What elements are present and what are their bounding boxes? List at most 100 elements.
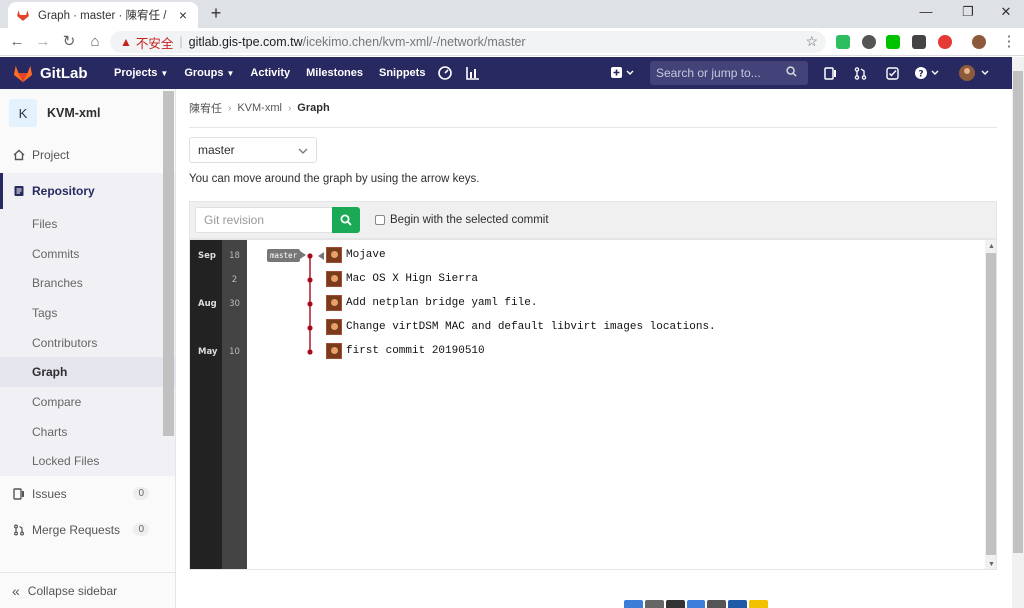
commit-dot[interactable] — [307, 325, 313, 331]
chevron-down-icon: ▼ — [226, 68, 235, 78]
collapse-sidebar-button[interactable]: « Collapse sidebar — [0, 572, 175, 608]
sidebar-item-graph[interactable]: Graph — [0, 357, 175, 388]
sidebar-item-issues[interactable]: Issues 0 — [0, 476, 175, 512]
gitlab-logo-text: GitLab — [40, 64, 88, 82]
graph-scrollbar[interactable]: ▲ ▼ — [985, 240, 996, 569]
scroll-up-icon[interactable]: ▲ — [988, 243, 995, 250]
sidebar-item-project[interactable]: Project — [0, 137, 175, 173]
new-item-dropdown[interactable] — [610, 65, 636, 81]
commit-author-avatar[interactable] — [326, 271, 342, 287]
taskbar-app-icon[interactable] — [749, 600, 769, 608]
taskbar-app-icon[interactable] — [707, 600, 727, 608]
todos-icon[interactable] — [884, 65, 900, 81]
sidebar-item-files[interactable]: Files — [0, 209, 175, 239]
taskbar-app-icon[interactable] — [665, 600, 685, 608]
taskbar-app-icon[interactable] — [686, 600, 706, 608]
chevron-down-icon — [298, 143, 308, 157]
help-dropdown[interactable]: ? — [914, 65, 942, 81]
nav-projects[interactable]: Projects ▼ — [114, 67, 168, 79]
commit-dot[interactable] — [307, 349, 313, 355]
warning-icon: ▲ — [120, 35, 132, 49]
project-header[interactable]: K KVM-xml — [0, 89, 175, 137]
graph-scroll-thumb[interactable] — [986, 253, 996, 555]
commit-author-avatar[interactable] — [326, 295, 342, 311]
sidebar-item-charts[interactable]: Charts — [0, 416, 175, 447]
project-sidebar: K KVM-xml Project Repository Files Commi… — [0, 89, 176, 608]
evernote-extension-icon[interactable] — [836, 35, 850, 49]
address-bar[interactable]: ▲ 不安全 | gitlab.gis-tpe.com.tw/icekimo.ch… — [110, 31, 826, 53]
tab-close-icon[interactable]: × — [176, 7, 190, 23]
branch-select-value: master — [198, 143, 235, 157]
header-search[interactable] — [650, 61, 808, 85]
browser-tabbar: Graph · master · 陳宥任 / KVM-xml · G × + —… — [0, 0, 1024, 28]
back-icon[interactable]: ← — [8, 33, 26, 51]
nav-groups[interactable]: Groups ▼ — [184, 67, 234, 79]
sidebar-item-label: Repository — [32, 184, 95, 198]
forward-icon[interactable]: → — [34, 33, 52, 51]
admin-gauge-icon[interactable] — [437, 65, 453, 81]
commit-message[interactable]: Change virtDSM MAC and default libvirt i… — [346, 321, 716, 333]
issues-icon[interactable] — [822, 65, 838, 81]
scroll-down-icon[interactable]: ▼ — [988, 561, 995, 568]
reload-icon[interactable]: ↻ — [60, 33, 78, 51]
commit-dot[interactable] — [307, 253, 313, 259]
branch-select[interactable]: master — [189, 137, 317, 163]
taskbar-app-icon[interactable] — [644, 600, 664, 608]
new-tab-button[interactable]: + — [206, 4, 226, 24]
home-icon[interactable]: ⌂ — [86, 33, 104, 51]
commit-message[interactable]: Mac OS X Hign Sierra — [346, 273, 478, 285]
search-input[interactable] — [656, 66, 786, 80]
line-extension-icon[interactable] — [886, 35, 900, 49]
sidebar-item-compare[interactable]: Compare — [0, 387, 175, 417]
taskbar-icons — [624, 600, 769, 608]
page-scrollbar[interactable] — [1012, 57, 1024, 608]
extension-icon[interactable] — [938, 35, 952, 49]
sidebar-item-commits[interactable]: Commits — [0, 238, 175, 269]
taskbar-app-icon[interactable] — [728, 600, 748, 608]
page-scroll-thumb[interactable] — [1013, 71, 1023, 553]
commit-author-avatar[interactable] — [326, 319, 342, 335]
sidebar-item-repository[interactable]: Repository — [0, 173, 175, 209]
nav-snippets[interactable]: Snippets — [379, 67, 425, 79]
profile-avatar[interactable] — [972, 35, 986, 49]
commit-author-avatar[interactable] — [326, 247, 342, 263]
sidebar-item-contributors[interactable]: Contributors — [0, 327, 175, 358]
begin-with-selected-checkbox[interactable] — [375, 215, 385, 225]
restore-icon[interactable]: ❐ — [954, 4, 982, 22]
user-menu-dropdown[interactable] — [958, 65, 992, 81]
network-graph[interactable]: Sep Aug May 18 2 30 10 master Mojave Mac… — [189, 239, 997, 570]
git-revision-input[interactable] — [195, 207, 333, 233]
window-close-icon[interactable]: ✕ — [992, 4, 1020, 22]
chart-icon[interactable] — [465, 65, 481, 81]
commit-dot[interactable] — [307, 277, 313, 283]
sidebar-item-merge-requests[interactable]: Merge Requests 0 — [0, 512, 175, 548]
chevron-right-icon: › — [228, 102, 232, 114]
revision-search-button[interactable] — [332, 207, 360, 233]
browser-tab[interactable]: Graph · master · 陳宥任 / KVM-xml · G × — [8, 2, 198, 28]
commit-message[interactable]: Add netplan bridge yaml file. — [346, 297, 537, 309]
taskbar-app-icon[interactable] — [624, 600, 643, 608]
sidebar-item-locked-files[interactable]: Locked Files — [0, 446, 175, 477]
nav-milestones[interactable]: Milestones — [306, 67, 363, 79]
extension-icon[interactable] — [912, 35, 926, 49]
repository-icon — [12, 184, 26, 198]
breadcrumb-project[interactable]: KVM-xml — [237, 102, 282, 114]
commit-dot[interactable] — [307, 301, 313, 307]
nav-activity[interactable]: Activity — [250, 67, 290, 79]
breadcrumb-current[interactable]: Graph — [297, 102, 329, 114]
breadcrumb-owner[interactable]: 陳宥任 — [189, 100, 222, 116]
extension-icon[interactable] — [862, 35, 876, 49]
commit-message[interactable]: Mojave — [346, 249, 386, 261]
bookmark-star-icon[interactable]: ☆ — [805, 33, 818, 50]
merge-requests-icon[interactable] — [852, 65, 868, 81]
sidebar-item-branches[interactable]: Branches — [0, 268, 175, 299]
collapse-sidebar-label: Collapse sidebar — [27, 583, 118, 598]
url-host: gitlab.gis-tpe.com.tw — [188, 35, 303, 49]
chrome-menu-icon[interactable]: ⋮ — [1000, 33, 1018, 51]
commit-message[interactable]: first commit 20190510 — [346, 345, 485, 357]
sidebar-item-tags[interactable]: Tags — [0, 298, 175, 328]
minimize-icon[interactable]: — — [912, 4, 940, 22]
commit-author-avatar[interactable] — [326, 343, 342, 359]
gitlab-logo[interactable]: GitLab — [12, 63, 98, 83]
sidebar-scrollbar[interactable] — [163, 91, 174, 436]
